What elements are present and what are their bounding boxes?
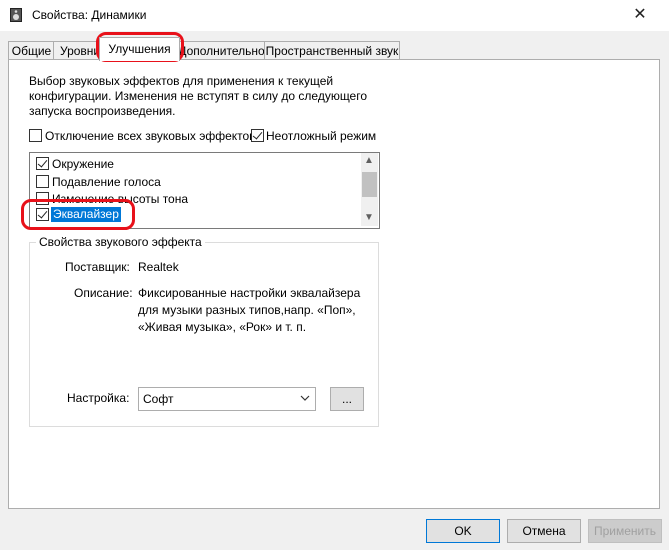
more-settings-button[interactable]: ... xyxy=(330,387,364,411)
tab-levels[interactable]: Уровни xyxy=(53,41,99,59)
setting-value[interactable]: Софт xyxy=(143,392,173,406)
effect-properties-title: Свойства звукового эффекта xyxy=(36,235,205,249)
window-title: Свойства: Динамики xyxy=(32,8,147,22)
setting-label: Настройка: xyxy=(67,391,130,405)
tab-enhancements[interactable]: Улучшения xyxy=(99,37,180,61)
speaker-icon xyxy=(10,8,22,22)
immediate-mode-checkbox[interactable] xyxy=(251,129,264,142)
apply-button[interactable]: Применить xyxy=(588,519,662,543)
effect-checkbox-voice-cancel[interactable] xyxy=(36,175,49,188)
tab-general[interactable]: Общие xyxy=(8,41,55,60)
ok-button[interactable]: OK xyxy=(426,519,500,543)
provider-label: Поставщик: xyxy=(65,260,130,274)
scrollbar-thumb[interactable] xyxy=(362,172,377,197)
cancel-button[interactable]: Отмена xyxy=(507,519,581,543)
enhancements-description: Выбор звуковых эффектов для применения к… xyxy=(29,74,368,118)
chevron-down-icon[interactable] xyxy=(300,394,310,402)
effect-label-voice-cancel[interactable]: Подавление голоса xyxy=(52,175,161,189)
provider-value: Realtek xyxy=(138,260,179,274)
immediate-mode-label[interactable]: Неотложный режим xyxy=(266,129,376,143)
effect-label-surround[interactable]: Окружение xyxy=(52,157,114,171)
disable-all-checkbox[interactable] xyxy=(29,129,42,142)
disable-all-label[interactable]: Отключение всех звуковых эффектов xyxy=(45,129,256,143)
close-button[interactable]: ✕ xyxy=(628,4,652,26)
description-value: Фиксированные настройки эквалайзера для … xyxy=(138,286,361,334)
scroll-down-icon[interactable]: ▼ xyxy=(364,212,374,223)
effect-checkbox-surround[interactable] xyxy=(36,157,49,170)
scroll-up-icon[interactable]: ▲ xyxy=(364,155,374,166)
tab-spatial-sound[interactable]: Пространственный звук xyxy=(264,41,400,60)
highlight-ring-equalizer xyxy=(21,199,135,230)
tab-advanced[interactable]: Дополнительно xyxy=(177,41,266,60)
description-label: Описание: xyxy=(74,286,133,300)
